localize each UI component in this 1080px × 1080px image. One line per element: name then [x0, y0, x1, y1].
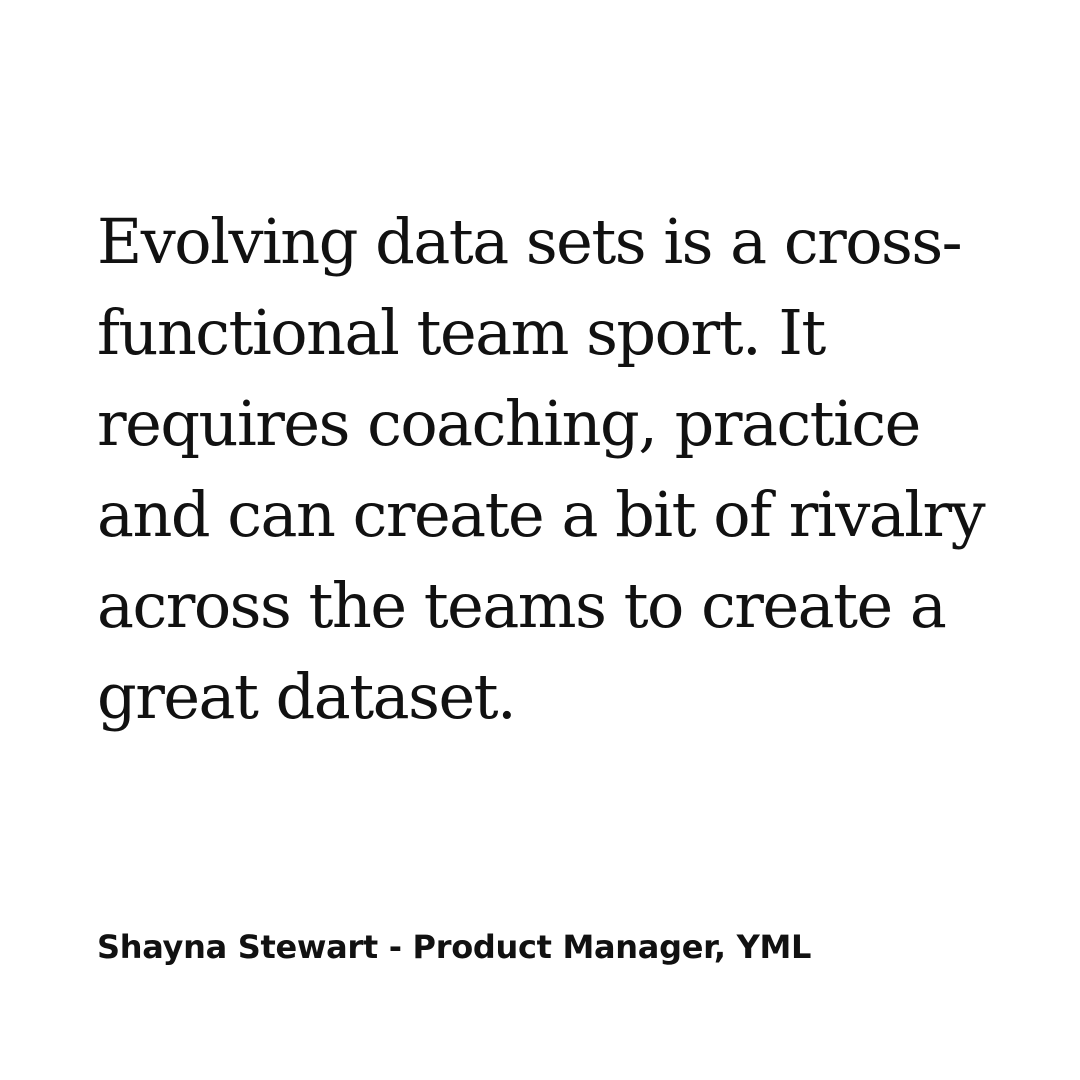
quote-line-5: across the teams to create a: [97, 569, 947, 642]
quote-line-6: great dataset.: [97, 660, 517, 733]
quote-text: Evolving data sets is a cross- functiona…: [97, 196, 1037, 742]
quote-card: Evolving data sets is a cross- functiona…: [0, 0, 1080, 1080]
quote-attribution: Shayna Stewart - Product Manager, YML: [97, 928, 812, 966]
quote-line-3: requires coaching, practice: [97, 387, 921, 460]
quote-line-1: Evolving data sets is a cross-: [97, 205, 963, 278]
quote-line-4: and can create a bit of rivalry: [97, 478, 986, 551]
quote-line-2: functional team sport. It: [97, 296, 826, 369]
